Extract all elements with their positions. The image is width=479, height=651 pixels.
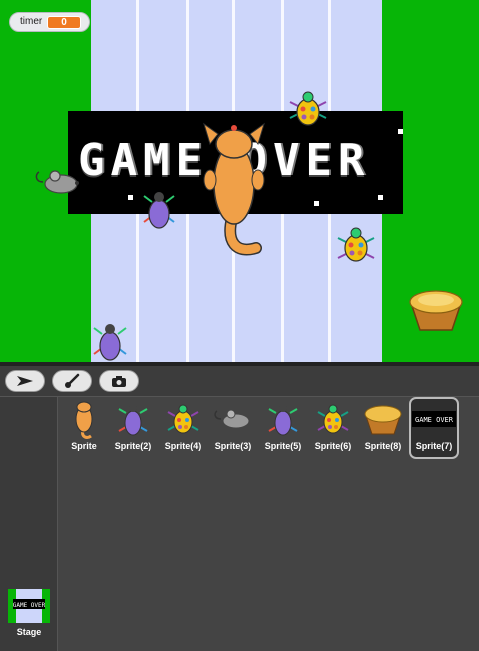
sparkle: [128, 195, 133, 200]
sparkle: [398, 129, 403, 134]
pie-bowl-icon: [364, 405, 402, 435]
camera-sprite-button[interactable]: [99, 370, 139, 392]
spotted-beetle-icon: [167, 404, 199, 434]
timer-value: 0: [47, 16, 81, 29]
purple-beetle-sprite[interactable]: [138, 186, 180, 232]
purple-beetle-icon: [268, 404, 298, 436]
gameover-thumbnail-icon: GAME OVER: [412, 411, 456, 427]
sprite-tile[interactable]: Sprite(2): [108, 397, 158, 457]
cursor-tool-button[interactable]: [5, 370, 45, 392]
cursor-arrow-icon: [17, 376, 33, 386]
sprite-tile-selected[interactable]: GAME OVER Sprite(7): [409, 397, 459, 459]
sprite-tile[interactable]: Sprite(4): [158, 397, 208, 457]
mouse-sprite[interactable]: [33, 168, 85, 196]
svg-text:GAME OVER: GAME OVER: [415, 416, 454, 424]
sprite-tile[interactable]: Sprite(3): [208, 397, 258, 457]
cat-sprite-icon: [75, 401, 93, 439]
timer-label: timer: [20, 16, 43, 27]
paint-new-sprite-button[interactable]: [52, 370, 92, 392]
spotted-beetle-sprite[interactable]: [334, 226, 378, 266]
sparkle: [314, 201, 319, 206]
sparkle: [378, 195, 383, 200]
timer-monitor[interactable]: timer 0: [9, 12, 90, 32]
sprite-label: Sprite(7): [415, 441, 453, 451]
stage-column: GAME OVER Stage: [0, 397, 58, 651]
camera-icon: [112, 376, 126, 387]
stage-thumbnail-icon: GAME OVER: [8, 589, 50, 623]
sprite-tile[interactable]: Sprite(6): [308, 397, 358, 457]
stage-label: Stage: [16, 627, 42, 637]
stage-canvas[interactable]: timer 0 GAME OVER: [0, 0, 479, 362]
paintbrush-icon: [65, 373, 80, 388]
sprite-tile[interactable]: Sprite(8): [358, 397, 408, 457]
purple-beetle-sprite[interactable]: [88, 318, 132, 362]
sprite-tile[interactable]: Sprite(5): [258, 397, 308, 457]
mouse-icon: [214, 409, 250, 429]
spotted-beetle-sprite[interactable]: [286, 88, 330, 128]
svg-text:GAME OVER: GAME OVER: [13, 602, 46, 609]
sprite-toolbar: [0, 366, 479, 397]
cat-sprite[interactable]: [196, 122, 272, 260]
purple-beetle-icon: [118, 404, 148, 436]
pie-bowl-sprite[interactable]: [406, 284, 466, 336]
spotted-beetle-icon: [317, 404, 349, 434]
stage-thumbnail[interactable]: GAME OVER Stage: [8, 589, 50, 644]
sprite-pane: GAME OVER Stage Sprite Sprite(2) Sprite(…: [0, 397, 479, 651]
